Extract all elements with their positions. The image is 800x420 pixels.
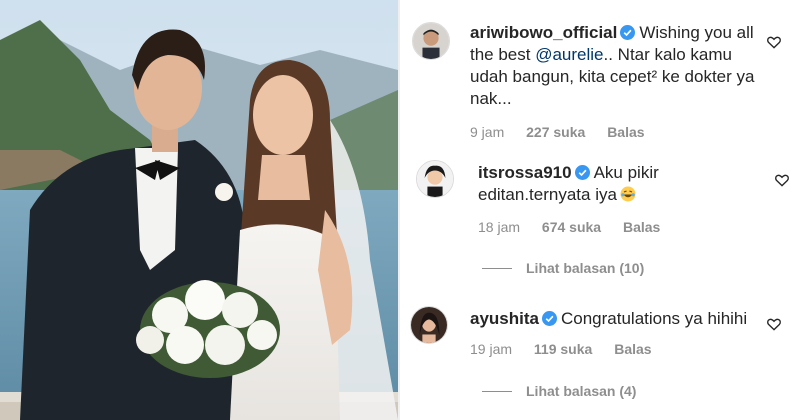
comment-time[interactable]: 9 jam — [470, 124, 504, 140]
comment-body: Congratulations ya hihihi — [560, 309, 748, 328]
comment-likes[interactable]: 674 suka — [542, 219, 601, 235]
comment-time[interactable]: 18 jam — [478, 219, 520, 235]
comment-time[interactable]: 19 jam — [470, 341, 512, 357]
comment-meta: 9 jam 227 suka Balas — [470, 124, 663, 140]
reply-button[interactable]: Balas — [614, 341, 651, 357]
comment-text: itsrossa910 Aku pikir editan.ternyata iya — [478, 162, 738, 206]
avatar[interactable] — [410, 306, 448, 344]
comment-username[interactable]: itsrossa910 — [478, 163, 572, 182]
verified-badge-icon — [620, 25, 636, 40]
verified-badge-icon — [574, 165, 590, 180]
comments-pane: ariwibowo_official Wishing you all the be… — [400, 0, 800, 420]
view-replies-button[interactable]: Lihat balasan (4) — [482, 383, 636, 399]
view-replies-label: Lihat balasan (10) — [526, 260, 645, 276]
comment-meta: 19 jam 119 suka Balas — [470, 341, 670, 357]
reply-button[interactable]: Balas — [623, 219, 660, 235]
like-heart-icon[interactable] — [766, 34, 782, 50]
comment-likes[interactable]: 227 suka — [526, 124, 585, 140]
replies-line — [482, 390, 512, 392]
view-replies-button[interactable]: Lihat balasan (10) — [482, 260, 644, 276]
comment-username[interactable]: ariwibowo_official — [470, 23, 617, 42]
comment-username[interactable]: ayushita — [470, 309, 539, 328]
avatar[interactable] — [416, 160, 454, 198]
reply-button[interactable]: Balas — [607, 124, 644, 140]
replies-line — [482, 267, 512, 269]
view-replies-label: Lihat balasan (4) — [526, 383, 637, 399]
verified-badge-icon — [541, 311, 557, 326]
mention-link[interactable]: @aurelie — [535, 45, 603, 64]
like-heart-icon[interactable] — [766, 316, 782, 332]
comment-text: ayushita Congratulations ya hihihi — [470, 308, 770, 330]
wedding-photo — [0, 0, 398, 420]
laughing-emoji-icon — [620, 186, 636, 202]
like-heart-icon[interactable] — [774, 172, 790, 188]
comment-meta: 18 jam 674 suka Balas — [478, 219, 678, 235]
comment-likes[interactable]: 119 suka — [534, 341, 592, 357]
comment-text: ariwibowo_official Wishing you all the be… — [470, 22, 770, 110]
avatar[interactable] — [412, 22, 450, 60]
